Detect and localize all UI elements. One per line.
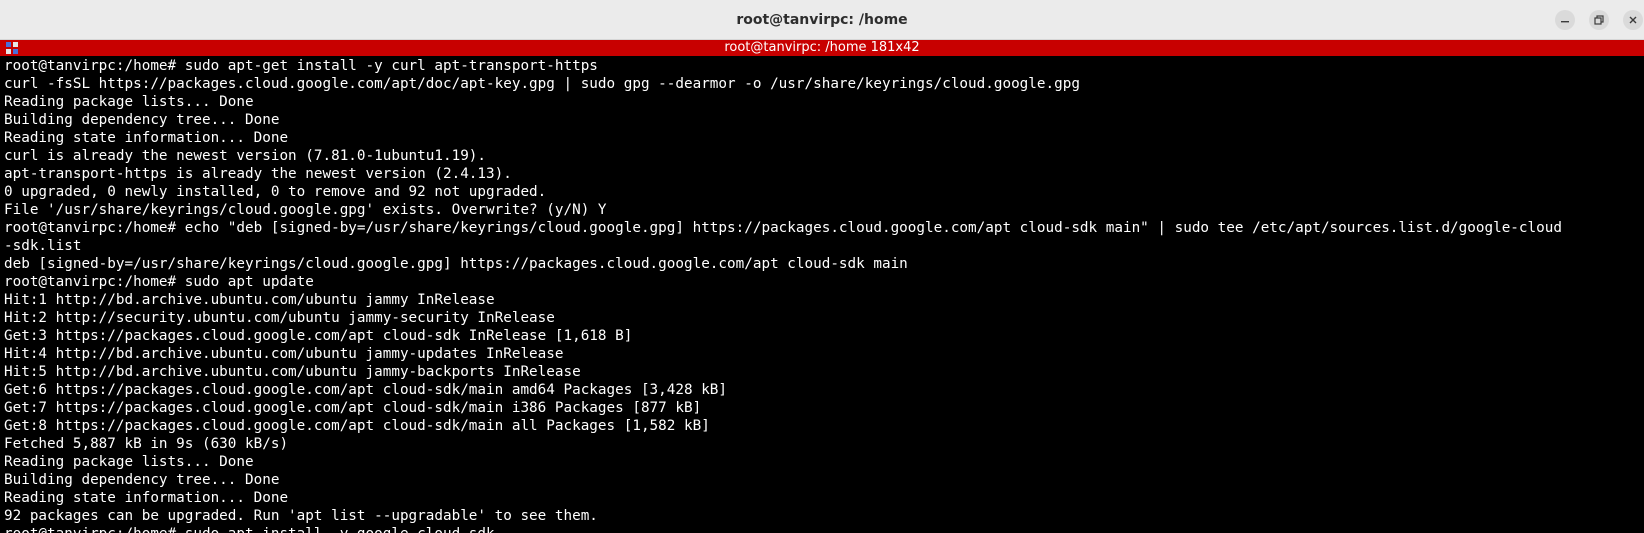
terminal-window: root@tanvirpc: /home root@tanvirpc: /hom… <box>0 0 1644 533</box>
terminal-line: Building dependency tree... Done <box>4 112 280 128</box>
restore-icon <box>1594 15 1604 25</box>
maximize-button[interactable] <box>1589 10 1609 30</box>
terminal-line: Reading package lists... Done <box>4 94 254 110</box>
terminal-line: Get:8 https://packages.cloud.google.com/… <box>4 418 710 434</box>
terminal-line: -sdk.list <box>4 238 82 254</box>
close-icon <box>1629 16 1637 24</box>
terminal-line: Hit:4 http://bd.archive.ubuntu.com/ubunt… <box>4 346 564 362</box>
terminal-line: Building dependency tree... Done <box>4 472 280 488</box>
terminal-line: curl -fsSL https://packages.cloud.google… <box>4 76 1080 92</box>
terminal-line: Hit:2 http://security.ubuntu.com/ubuntu … <box>4 310 555 326</box>
terminal-line: Get:3 https://packages.cloud.google.com/… <box>4 328 633 344</box>
terminal-line: root@tanvirpc:/home# sudo apt-get instal… <box>4 58 598 74</box>
terminal-line: apt-transport-https is already the newes… <box>4 166 512 182</box>
terminal-line: Get:6 https://packages.cloud.google.com/… <box>4 382 728 398</box>
window-titlebar[interactable]: root@tanvirpc: /home <box>0 0 1644 40</box>
terminal-line: 0 upgraded, 0 newly installed, 0 to remo… <box>4 184 547 200</box>
minimize-icon <box>1561 21 1569 23</box>
window-title: root@tanvirpc: /home <box>736 12 908 28</box>
terminal-line: 92 packages can be upgraded. Run 'apt li… <box>4 508 598 524</box>
terminal-line: Reading state information... Done <box>4 490 289 506</box>
terminal-line: Get:7 https://packages.cloud.google.com/… <box>4 400 702 416</box>
terminal-line: File '/usr/share/keyrings/cloud.google.g… <box>4 202 607 218</box>
terminal-output[interactable]: root@tanvirpc:/home# sudo apt-get instal… <box>0 57 1644 533</box>
terminal-line: curl is already the newest version (7.81… <box>4 148 487 164</box>
terminal-line: Hit:5 http://bd.archive.ubuntu.com/ubunt… <box>4 364 581 380</box>
terminal-line: deb [signed-by=/usr/share/keyrings/cloud… <box>4 256 908 272</box>
terminal-line: root@tanvirpc:/home# echo "deb [signed-b… <box>4 220 1562 236</box>
close-button[interactable] <box>1623 10 1643 30</box>
terminal-tab-title: root@tanvirpc: /home 181x42 <box>724 40 920 55</box>
terminal-line: Hit:1 http://bd.archive.ubuntu.com/ubunt… <box>4 292 495 308</box>
terminal-line: Reading package lists... Done <box>4 454 254 470</box>
terminal-tab-bar[interactable]: root@tanvirpc: /home 181x42 <box>0 40 1644 56</box>
terminal-line: Fetched 5,887 kB in 9s (630 kB/s) <box>4 436 289 452</box>
terminal-line: root@tanvirpc:/home# sudo apt update <box>4 274 314 290</box>
minimize-button[interactable] <box>1555 10 1575 30</box>
terminal-line: root@tanvirpc:/home# sudo apt install -y… <box>4 525 1644 533</box>
terminal-line: Reading state information... Done <box>4 130 289 146</box>
